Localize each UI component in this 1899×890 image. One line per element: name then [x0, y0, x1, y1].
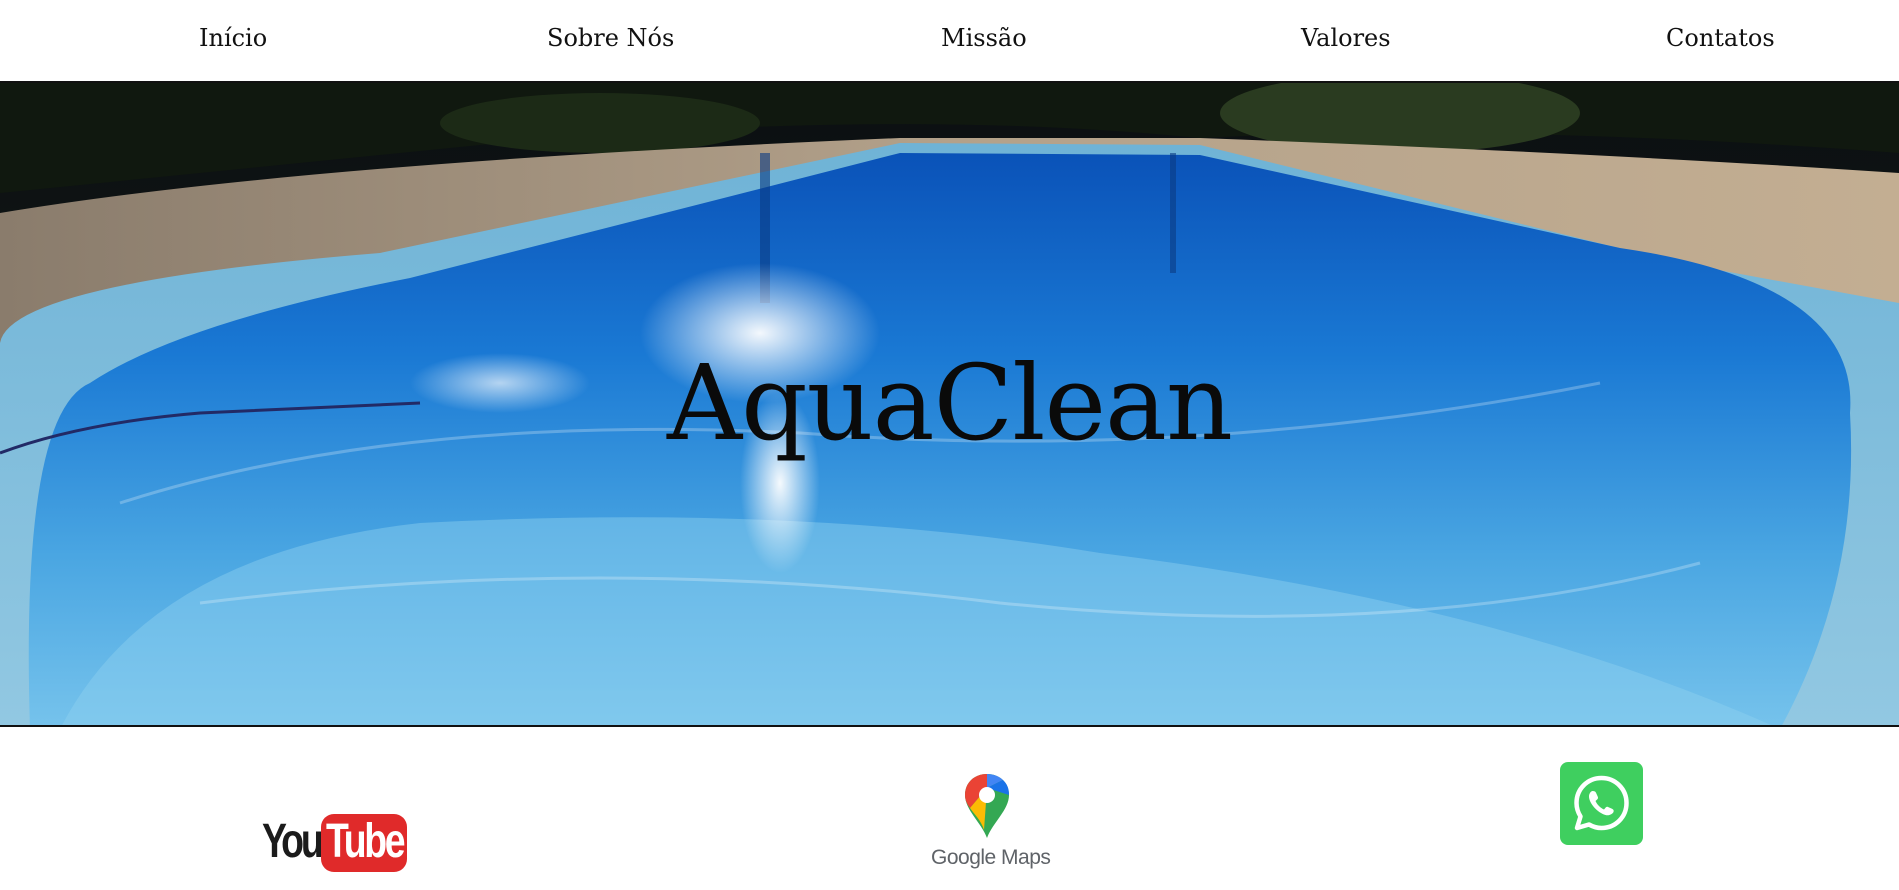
nav-link-sobre-nos[interactable]: Sobre Nós: [547, 24, 674, 52]
nav-link-missao[interactable]: Missão: [941, 24, 1027, 52]
google-maps-label: Google Maps: [931, 846, 1051, 869]
nav-link-contatos[interactable]: Contatos: [1666, 24, 1775, 52]
nav-link-valores[interactable]: Valores: [1301, 24, 1391, 52]
nav-link-inicio[interactable]: Início: [199, 24, 267, 52]
google-maps-icon: [965, 774, 1009, 838]
top-navigation: Início Sobre Nós Missão Valores Contatos: [0, 0, 1899, 81]
google-maps-link[interactable]: Google Maps: [928, 772, 1051, 874]
youtube-link[interactable]: You Tube: [262, 812, 408, 874]
youtube-logo-tube: Tube: [326, 815, 406, 868]
whatsapp-icon: [1574, 775, 1629, 831]
hero-banner: AquaClean: [0, 81, 1899, 727]
whatsapp-link[interactable]: [1560, 762, 1643, 845]
youtube-logo-you: You: [262, 815, 324, 868]
hero-title: AquaClean: [666, 342, 1233, 464]
social-links: You Tube Google Maps: [0, 727, 1899, 890]
